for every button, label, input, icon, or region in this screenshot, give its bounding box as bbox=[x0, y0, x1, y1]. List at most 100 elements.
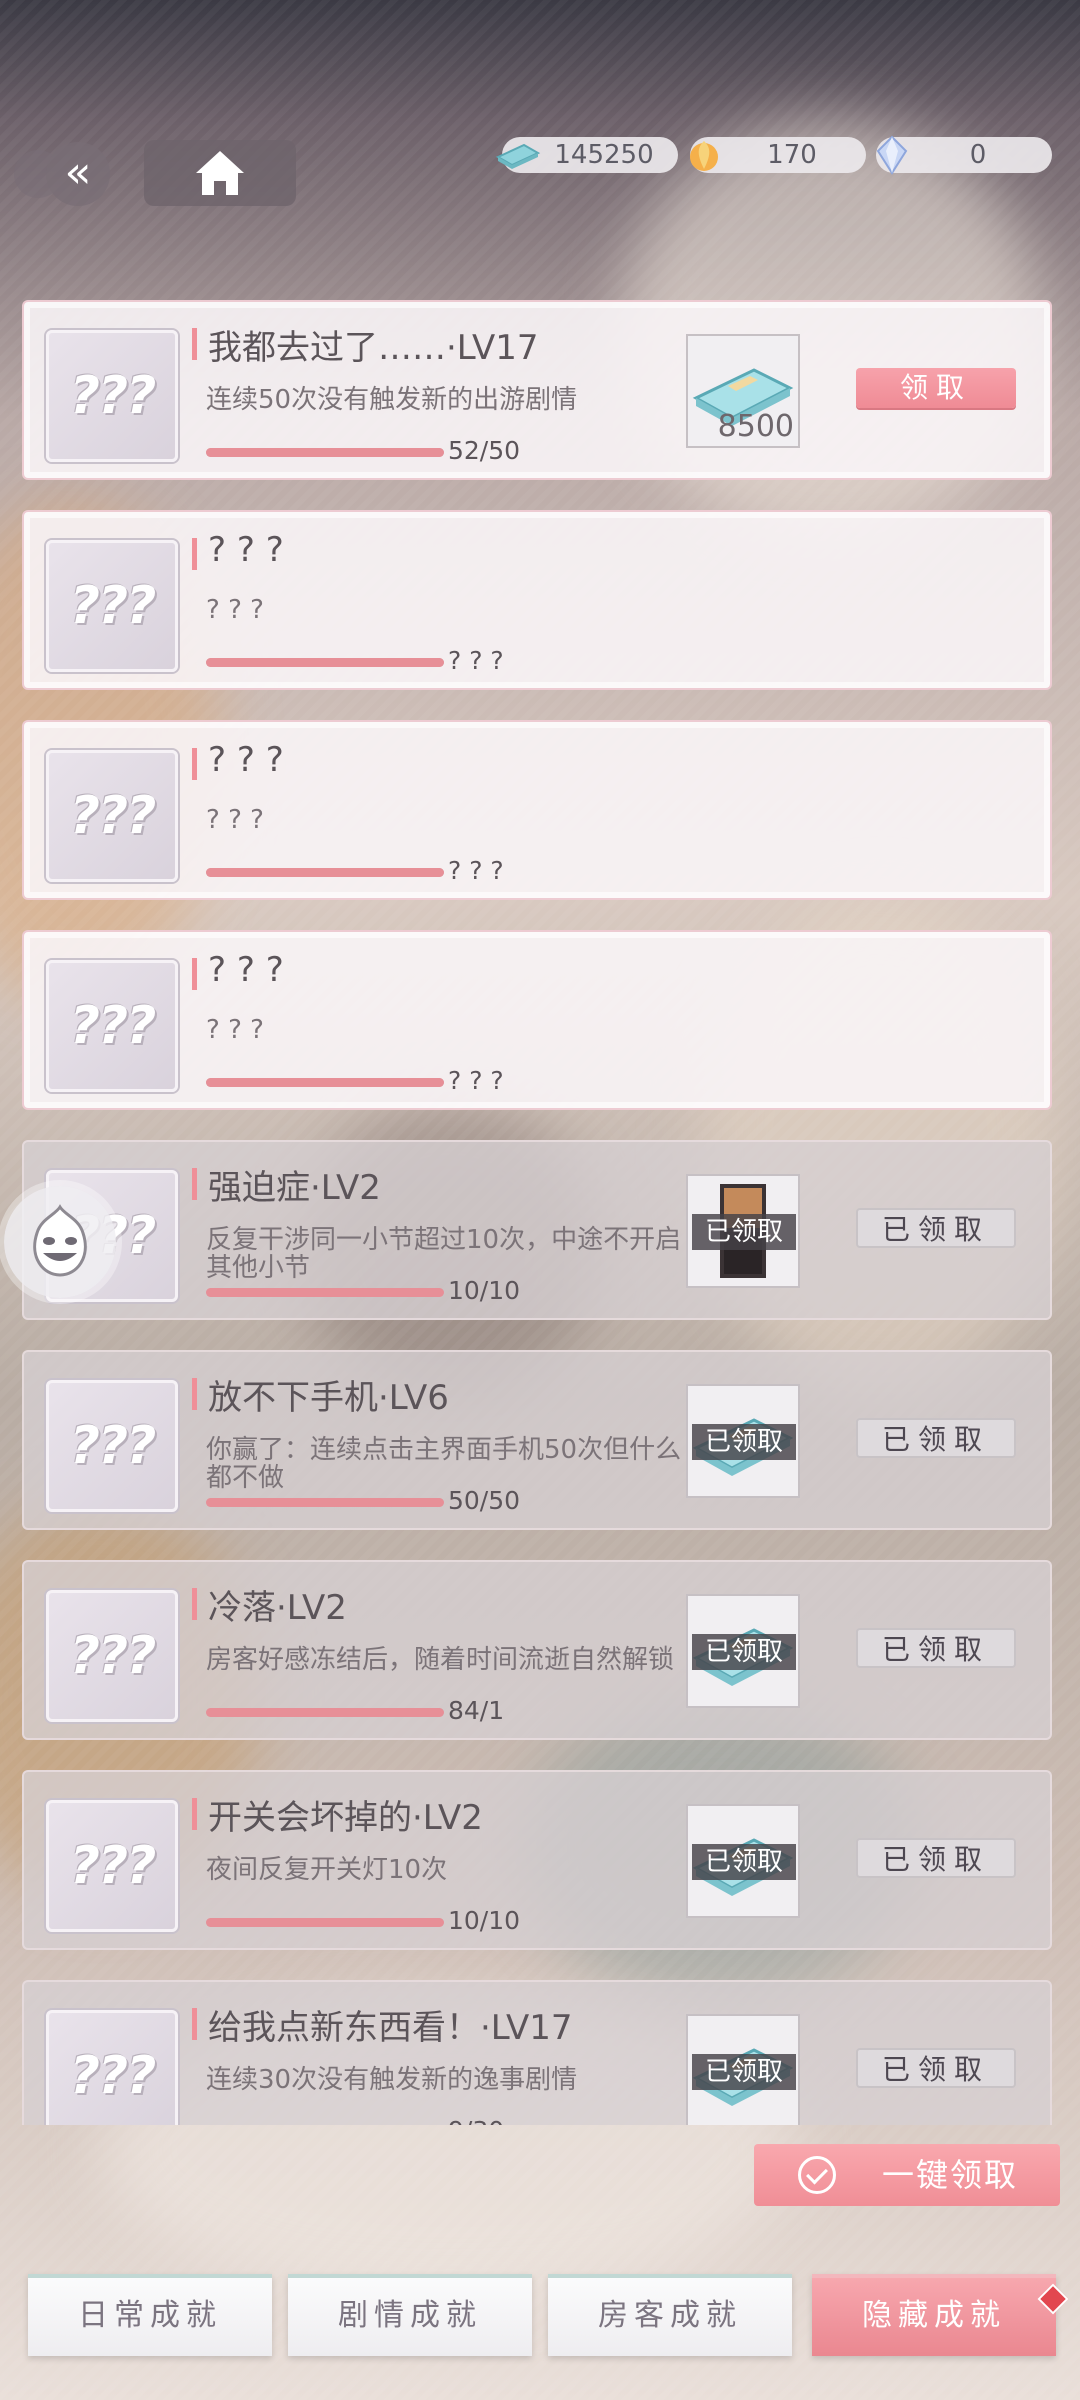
title-accent-bar bbox=[192, 1168, 197, 1200]
badge-label: ??? bbox=[69, 366, 156, 426]
double-chevron-left-icon: « bbox=[64, 147, 92, 198]
currency-cash-value: 145250 bbox=[554, 140, 654, 170]
claim-all-label: 一键领取 bbox=[881, 2156, 1018, 2194]
back-button[interactable]: « bbox=[46, 142, 110, 206]
progress-text: 10/10 bbox=[448, 1906, 521, 1935]
progress-bar bbox=[206, 658, 444, 667]
progress-fill bbox=[206, 1918, 444, 1927]
achievement-card: ??? 放不下手机·LV6 你赢了：连续点击主界面手机50次但什么都不做 50/50 已… bbox=[22, 1350, 1052, 1530]
house-icon bbox=[196, 151, 244, 195]
sun-gem-icon bbox=[690, 141, 718, 171]
progress-bar bbox=[206, 1078, 444, 1087]
reward-item[interactable]: 已领取 bbox=[686, 1384, 800, 1498]
badge-label: ??? bbox=[69, 996, 156, 1056]
badge-label: ??? bbox=[69, 1836, 156, 1896]
tab-hidden[interactable]: 隐藏成就 bbox=[812, 2274, 1056, 2356]
achievement-badge: ??? bbox=[46, 2010, 178, 2125]
claimed-button[interactable]: 已领取 bbox=[856, 1628, 1016, 1668]
reward-item[interactable]: 已领取 bbox=[686, 1174, 800, 1288]
badge-label: ??? bbox=[69, 1416, 156, 1476]
claimed-button[interactable]: 已领取 bbox=[856, 1208, 1016, 1248]
progress-fill bbox=[206, 1708, 444, 1717]
currency-crystal: 0 bbox=[876, 135, 1052, 175]
achievement-badge: ??? bbox=[46, 1590, 178, 1722]
achievement-card: ??? 开关会坏掉的·LV2 夜间反复开关灯10次 10/10 已领取 已领取 bbox=[22, 1770, 1052, 1950]
achievement-list[interactable]: ??? 我都去过了……·LV17 连续50次没有触发新的出游剧情 52/50 8500 领… bbox=[22, 300, 1052, 2125]
achievement-card: ??? 给我点新东西看！·LV17 连续30次没有触发新的逸事剧情 9/30 已领取 已领… bbox=[22, 1980, 1052, 2125]
reward-claimed-label: 已领取 bbox=[692, 2054, 796, 2090]
reward-item[interactable]: 已领取 bbox=[686, 1804, 800, 1918]
title-accent-bar bbox=[192, 1588, 197, 1620]
tab-daily[interactable]: 日常成就 bbox=[28, 2274, 272, 2356]
progress-text: 50/50 bbox=[448, 1486, 521, 1515]
achievement-badge: ??? bbox=[46, 1380, 178, 1512]
progress-fill bbox=[206, 658, 444, 667]
crystal-icon bbox=[876, 135, 908, 175]
badge-label: ??? bbox=[69, 576, 156, 636]
progress-fill bbox=[206, 1078, 444, 1087]
badge-label: ??? bbox=[69, 1626, 156, 1686]
achievement-description: 你赢了：连续点击主界面手机50次但什么都不做 bbox=[206, 1435, 682, 1493]
progress-bar bbox=[206, 1498, 444, 1507]
achievement-card: ??? 我都去过了……·LV17 连续50次没有触发新的出游剧情 52/50 8500 领… bbox=[22, 300, 1052, 480]
cash-bundle-icon bbox=[495, 143, 541, 169]
achievement-card: ??? ? ? ? ? ? ? ? ? ? bbox=[22, 720, 1052, 900]
progress-bar bbox=[206, 1918, 444, 1927]
claim-button[interactable]: 领取 bbox=[856, 368, 1016, 408]
reward-claimed-label: 已领取 bbox=[692, 1214, 796, 1250]
claimed-button[interactable]: 已领取 bbox=[856, 1838, 1016, 1878]
achievement-description: 房客好感冻结后，随着时间流逝自然解锁 bbox=[206, 1645, 675, 1675]
achievement-badge: ??? bbox=[46, 540, 178, 672]
progress-fill bbox=[206, 448, 444, 457]
achievement-title: 开关会坏掉的·LV2 bbox=[208, 1798, 483, 1838]
reward-item[interactable]: 已领取 bbox=[686, 1594, 800, 1708]
reward-claimed-label: 已领取 bbox=[692, 1424, 796, 1460]
achievement-description: ? ? ? bbox=[206, 1015, 264, 1045]
reward-item[interactable]: 8500 bbox=[686, 334, 800, 448]
claimed-button[interactable]: 已领取 bbox=[856, 2048, 1016, 2088]
achievement-card: ??? ? ? ? ? ? ? ? ? ? bbox=[22, 930, 1052, 1110]
check-circle-icon bbox=[798, 2156, 836, 2194]
title-accent-bar bbox=[192, 1798, 197, 1830]
grinning-ghost-icon bbox=[33, 1204, 87, 1277]
achievement-badge: ??? bbox=[46, 1800, 178, 1932]
achievement-title: 给我点新东西看！·LV17 bbox=[208, 2008, 573, 2048]
tab-tenant[interactable]: 房客成就 bbox=[548, 2274, 792, 2356]
claimed-button[interactable]: 已领取 bbox=[856, 1418, 1016, 1458]
claim-all-button[interactable]: 一键领取 bbox=[754, 2144, 1060, 2206]
reward-item[interactable]: 已领取 bbox=[686, 2014, 800, 2125]
home-button[interactable] bbox=[144, 140, 296, 206]
achievement-card: ??? 冷落·LV2 房客好感冻结后，随着时间流逝自然解锁 84/1 已领取 已领取 bbox=[22, 1560, 1052, 1740]
currency-gem-value: 170 bbox=[767, 140, 817, 170]
progress-fill bbox=[206, 1498, 444, 1507]
achievement-title: ? ? ? bbox=[208, 740, 284, 780]
progress-text: 9/30 bbox=[448, 2116, 504, 2125]
achievement-title: 强迫症·LV2 bbox=[208, 1168, 381, 1208]
progress-bar bbox=[206, 1288, 444, 1297]
achievement-title: ? ? ? bbox=[208, 530, 284, 570]
tab-story[interactable]: 剧情成就 bbox=[288, 2274, 532, 2356]
achievement-description: 反复干涉同一小节超过10次，中途不开启其他小节 bbox=[206, 1225, 682, 1283]
progress-text: ? ? ? bbox=[448, 856, 504, 885]
achievement-title: 我都去过了……·LV17 bbox=[208, 328, 539, 368]
badge-label: ??? bbox=[69, 2046, 156, 2106]
badge-label: ??? bbox=[69, 786, 156, 846]
reward-quantity: 8500 bbox=[717, 409, 794, 444]
progress-bar bbox=[206, 1708, 444, 1717]
achievement-description: 夜间反复开关灯10次 bbox=[206, 1855, 448, 1885]
achievement-card: ??? ? ? ? ? ? ? ? ? ? bbox=[22, 510, 1052, 690]
achievement-card: ???强迫症·LV2反复干涉同一小节超过10次，中途不开启其他小节10/10已领… bbox=[22, 1140, 1052, 1320]
progress-text: 10/10 bbox=[448, 1276, 521, 1305]
achievement-title: ? ? ? bbox=[208, 950, 284, 990]
currency-gem: 170 bbox=[690, 137, 866, 173]
title-accent-bar bbox=[192, 538, 197, 570]
achievement-badge: ??? bbox=[46, 750, 178, 882]
progress-fill bbox=[206, 1288, 444, 1297]
floating-assistant-button[interactable] bbox=[4, 1186, 116, 1298]
achievement-description: ? ? ? bbox=[206, 805, 264, 835]
progress-text: 52/50 bbox=[448, 436, 521, 465]
title-accent-bar bbox=[192, 958, 197, 990]
achievement-title: 放不下手机·LV6 bbox=[208, 1378, 449, 1418]
progress-bar bbox=[206, 868, 444, 877]
currency-cash: 145250 bbox=[495, 137, 678, 173]
